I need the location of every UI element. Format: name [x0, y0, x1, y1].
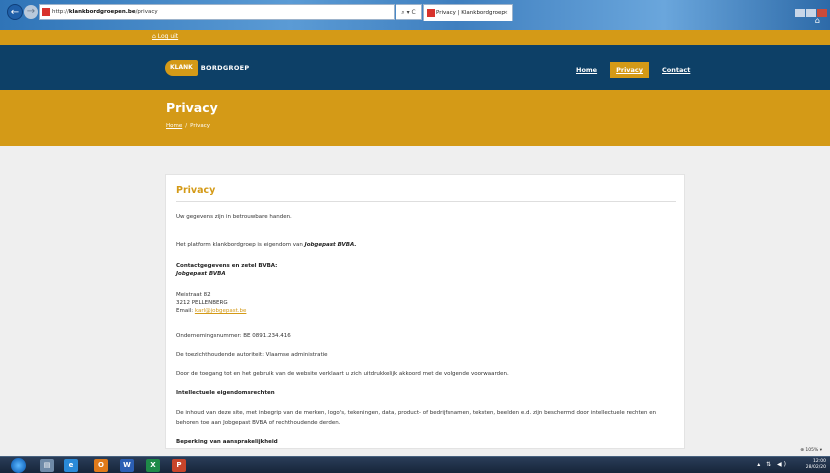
- ownership-text: Het platform klankbordgroep is eigendom …: [176, 241, 676, 249]
- browser-chrome: ← → http://klankbordgroepen.be/privacy ⌕…: [0, 0, 830, 30]
- taskbar-explorer-icon[interactable]: ▤: [40, 459, 54, 472]
- taskbar-powerpoint-icon[interactable]: P: [172, 459, 186, 472]
- menu-home[interactable]: Home: [576, 66, 597, 74]
- taskbar: ▤ e O W X P ▴ ⇅ ◀) 12:00 28/02/20: [0, 456, 830, 473]
- contact-company: Jobgepast BVBA: [176, 271, 226, 277]
- ip-heading: Intellectuele eigendomsrechten: [176, 390, 275, 396]
- taskbar-excel-icon[interactable]: X: [146, 459, 160, 472]
- site-header: KLANK BORDGROEP Home Privacy Contact: [0, 45, 830, 90]
- ip-text-line2: behoren toe aan Jobgepast BVBA of rechth…: [176, 420, 341, 426]
- address-street: Meistraat 82: [176, 292, 211, 298]
- window-controls: [794, 2, 828, 17]
- supervisory-authority: De toezichthoudende autoriteit: Vlaamse …: [176, 352, 328, 358]
- system-clock[interactable]: 12:00 28/02/20: [806, 459, 826, 471]
- email-label: Email:: [176, 308, 195, 314]
- taskbar-word-icon[interactable]: W: [120, 459, 134, 472]
- page-banner: Privacy Home / Privacy: [0, 90, 830, 146]
- title-divider: [176, 201, 676, 202]
- site-favicon-icon: [42, 8, 50, 16]
- contact-heading: Contactgegevens en zetel BVBA:: [176, 263, 278, 269]
- company-number: Ondernemingsnummer: BE 0891.234.416: [176, 333, 291, 339]
- address-city: 3212 PELLENBERG: [176, 300, 228, 306]
- logout-link[interactable]: ⌂ Log uit: [152, 33, 178, 40]
- main-menu: Home Privacy Contact: [576, 62, 690, 78]
- start-button[interactable]: [11, 458, 26, 473]
- tab-favicon-icon: [427, 9, 435, 17]
- search-refresh-controls[interactable]: ⌕ ▾ C: [396, 4, 422, 20]
- taskbar-outlook-icon[interactable]: O: [94, 459, 108, 472]
- logo-pill: KLANK: [165, 60, 198, 76]
- taskbar-ie-icon[interactable]: e: [64, 459, 78, 472]
- ownership-company: Jobgepast BVBA.: [304, 242, 357, 248]
- ip-text-line1: De inhoud van deze site, met inbegrip va…: [176, 410, 657, 416]
- browser-tab[interactable]: Privacy | Klankbordgroep ×: [423, 4, 513, 21]
- breadcrumb-separator: /: [185, 123, 188, 129]
- content-card: Privacy Uw gegevens zijn in betrouwbare …: [165, 174, 685, 449]
- arrow-right-icon: →: [26, 6, 36, 17]
- top-bar: ⌂ Log uit: [0, 30, 830, 45]
- ownership-sentence: Het platform klankbordgroep is eigendom …: [176, 242, 305, 248]
- content-title: Privacy: [176, 185, 216, 196]
- breadcrumb: Home / Privacy: [166, 123, 210, 129]
- forward-button[interactable]: →: [24, 5, 38, 19]
- url-prefix: http://: [52, 9, 69, 15]
- browser-home-icon[interactable]: ⌂: [815, 16, 820, 25]
- menu-contact[interactable]: Contact: [662, 66, 690, 74]
- tab-title: Privacy | Klankbordgroep: [436, 10, 505, 16]
- tab-close-icon[interactable]: ×: [503, 5, 508, 21]
- site-logo[interactable]: KLANK BORDGROEP: [165, 60, 249, 76]
- back-button[interactable]: ←: [7, 4, 23, 20]
- liability-heading: Beperking van aansprakelijkheid: [176, 439, 278, 445]
- email-line: Email: karl@jobgepast.be: [176, 307, 676, 315]
- arrow-left-icon: ←: [10, 7, 20, 18]
- breadcrumb-home[interactable]: Home: [166, 123, 182, 129]
- zoom-level[interactable]: ⊕ 105% ▾: [800, 448, 822, 453]
- intro-text: Uw gegevens zijn in betrouwbare handen.: [176, 214, 292, 220]
- clock-date: 28/02/20: [805, 465, 826, 470]
- minimize-button[interactable]: [795, 9, 805, 17]
- tray-icons[interactable]: ▴ ⇅ ◀): [757, 461, 788, 468]
- page-title: Privacy: [166, 100, 218, 115]
- email-link[interactable]: karl@jobgepast.be: [195, 308, 247, 314]
- agreement-text: Door de toegang tot en het gebruik van d…: [176, 371, 509, 377]
- address-bar[interactable]: http://klankbordgroepen.be/privacy: [39, 4, 395, 20]
- url-path: /privacy: [135, 9, 158, 15]
- url-domain: klankbordgroepen.be: [68, 9, 136, 15]
- menu-privacy[interactable]: Privacy: [610, 62, 650, 78]
- breadcrumb-current: Privacy: [190, 123, 211, 129]
- logo-text: BORDGROEP: [200, 64, 250, 72]
